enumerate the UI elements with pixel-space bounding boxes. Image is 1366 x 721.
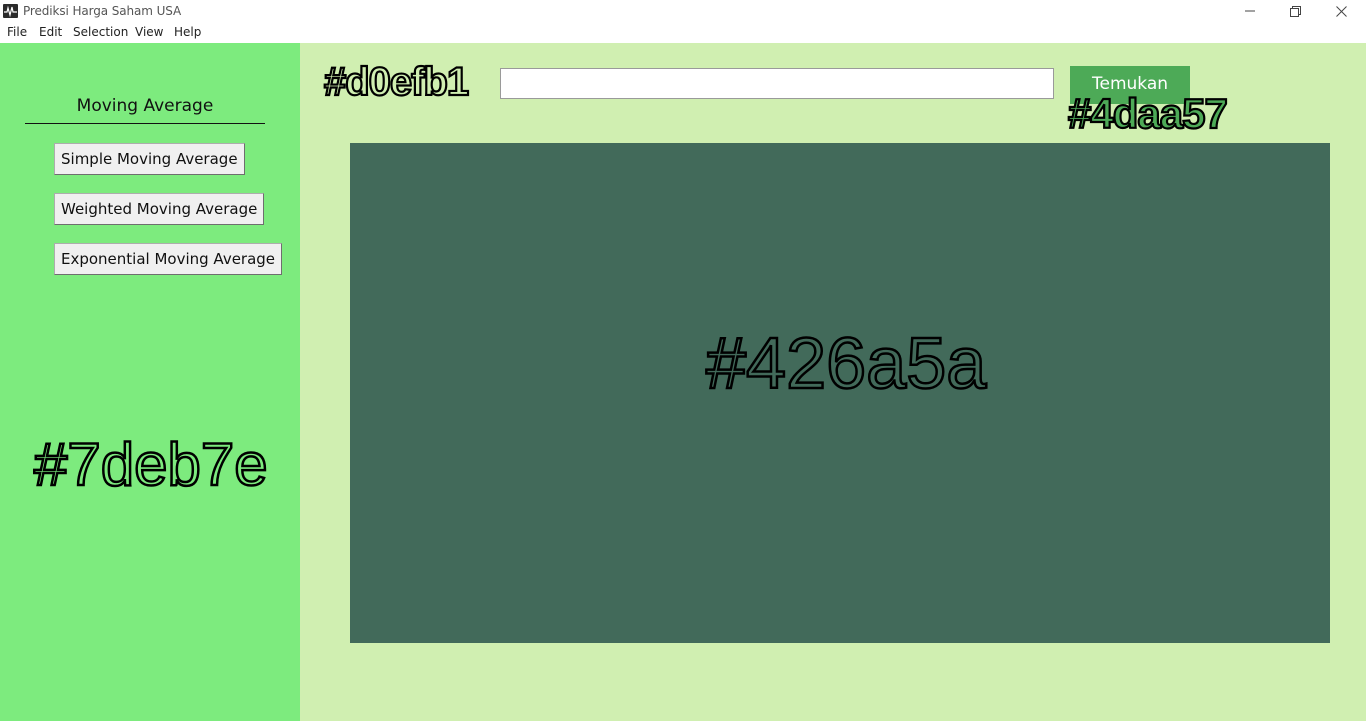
panel-color-label: #426a5a [705, 324, 988, 404]
sidebar-color-label: #7deb7e [33, 431, 269, 498]
window-title: Prediksi Harga Saham USA [23, 4, 182, 18]
sidebar: Moving Average Simple Moving Average Wei… [0, 43, 300, 721]
menu-bar: File Edit Selection View Help [0, 22, 1366, 43]
title-bar: Prediksi Harga Saham USA [0, 0, 1366, 22]
sidebar-heading: Moving Average [76, 96, 214, 116]
simple-moving-average-button[interactable]: Simple Moving Average [54, 143, 245, 175]
menu-file[interactable]: File [7, 25, 27, 39]
restore-icon[interactable] [1272, 0, 1318, 22]
menu-help[interactable]: Help [174, 25, 201, 39]
menu-edit[interactable]: Edit [39, 25, 62, 39]
button-color-label: #4daa57 [1067, 90, 1229, 137]
main-color-label: #d0efb1 [323, 60, 470, 104]
menu-view[interactable]: View [135, 25, 163, 39]
exponential-moving-average-button[interactable]: Exponential Moving Average [54, 243, 283, 275]
sidebar-divider [25, 123, 265, 124]
menu-selection[interactable]: Selection [73, 25, 128, 39]
weighted-moving-average-button[interactable]: Weighted Moving Average [54, 193, 265, 225]
search-input[interactable] [500, 68, 1054, 99]
close-icon[interactable] [1318, 0, 1364, 22]
minimize-icon[interactable] [1227, 0, 1273, 22]
app-icon [3, 4, 18, 18]
